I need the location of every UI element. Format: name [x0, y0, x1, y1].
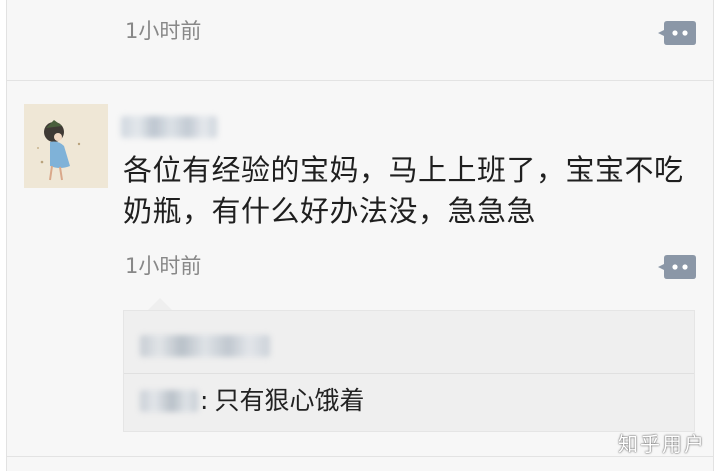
- item-divider: [7, 80, 713, 81]
- reply-separator: :: [200, 386, 209, 415]
- reply-panel: : 只有狠心饿着: [123, 310, 695, 432]
- previous-comment-button[interactable]: [657, 20, 697, 46]
- reply-item[interactable]: : 只有狠心饿着: [140, 385, 364, 417]
- reply-author-blurred[interactable]: [140, 390, 198, 412]
- post-time: 1小时前: [125, 254, 202, 278]
- post-comment-button[interactable]: [657, 254, 697, 280]
- reply-text: 只有狠心饿着: [214, 386, 365, 415]
- feed-panel: 1小时前 各位有经验的宝妈，马上上班了，宝宝不吃奶瓶，有什么好办法没，急急急 1…: [6, 0, 714, 471]
- comment-dots-icon: [658, 21, 696, 45]
- like-names-blurred[interactable]: [140, 335, 270, 357]
- post-content: 各位有经验的宝妈，马上上班了，宝宝不吃奶瓶，有什么好办法没，急急急: [123, 153, 684, 228]
- bottom-divider: [7, 456, 713, 457]
- girl-with-umbrella-avatar: [24, 104, 108, 188]
- previous-item-time: 1小时前: [125, 19, 202, 43]
- comment-dots-icon: [658, 255, 696, 279]
- zhihu-watermark: 知乎用户: [618, 432, 706, 456]
- post-author-name-blurred[interactable]: [121, 116, 217, 138]
- reply-divider: [124, 373, 694, 374]
- user-avatar[interactable]: [24, 104, 108, 188]
